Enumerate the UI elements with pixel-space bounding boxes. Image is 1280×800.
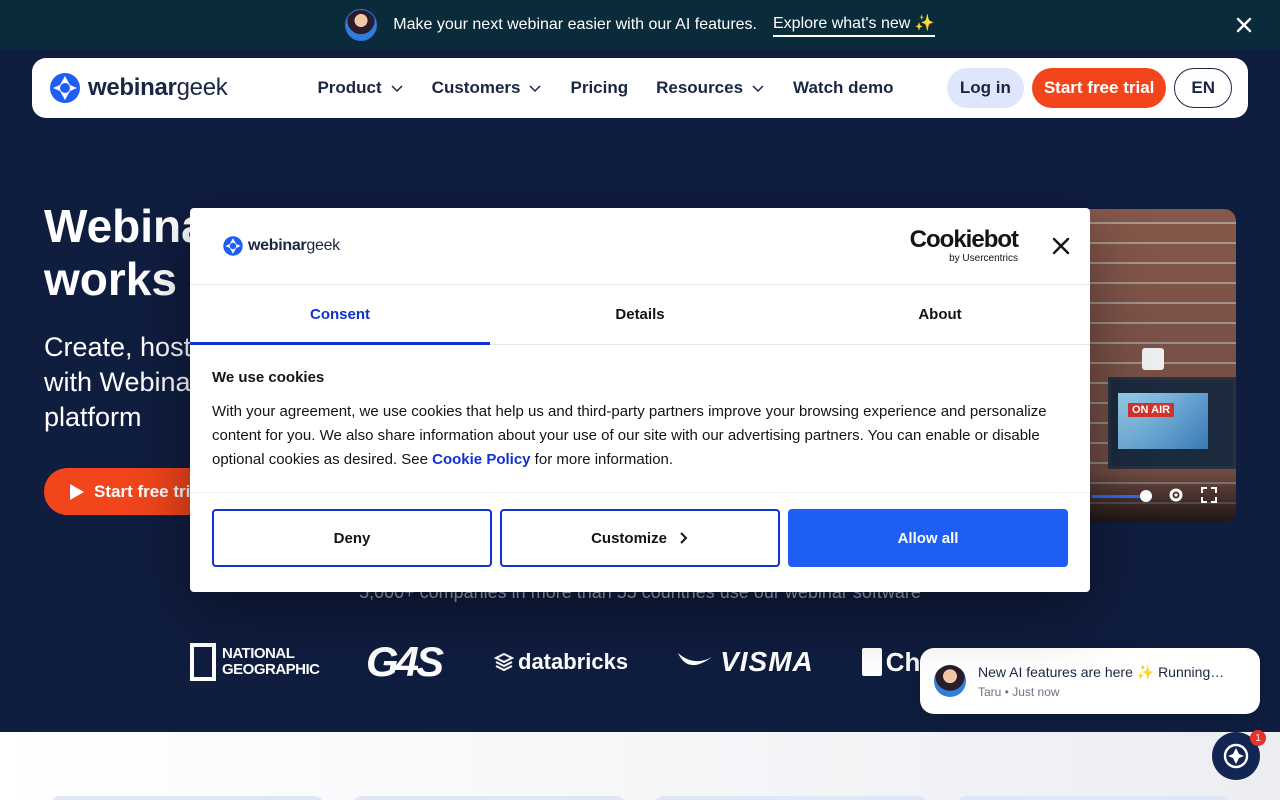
announcement-message: Make your next webinar easier with our A…	[393, 16, 757, 33]
natgeo-text: NATIONAL GEOGRAPHIC	[222, 645, 320, 678]
onair-sign: ON AIR	[1128, 403, 1175, 417]
chat-launcher-button[interactable]: 1	[1212, 730, 1266, 780]
databricks-text: databricks	[518, 649, 629, 674]
video-prop	[1142, 348, 1164, 370]
hero-cta-label: Start free tri	[94, 481, 191, 501]
feature-cards	[50, 796, 1230, 800]
feature-card[interactable]	[352, 796, 626, 800]
visma-text: VISMA	[720, 646, 814, 677]
play-icon	[70, 483, 84, 500]
chevron-right-icon	[680, 532, 688, 544]
cookie-dialog-brand: webinargeek	[248, 237, 340, 254]
cookiebot-by: by Usercentrics	[949, 253, 1018, 264]
nav-actions: Log in Start free trial EN	[946, 68, 1232, 108]
cookie-policy-link[interactable]: Cookie Policy	[432, 451, 530, 468]
login-button[interactable]: Log in	[946, 68, 1024, 108]
feature-card[interactable]	[654, 796, 928, 800]
cookie-heading: We use cookies	[212, 369, 325, 386]
chartlo-icon	[861, 648, 882, 676]
nav-item-customers[interactable]: Customers	[432, 78, 543, 98]
close-icon[interactable]	[1232, 13, 1256, 37]
webinargeek-logo-icon	[223, 236, 243, 256]
tab-details[interactable]: Details	[490, 285, 790, 344]
visma-icon	[678, 653, 713, 666]
cookie-dialog-header: webinargeek Cookiebot by Usercentrics	[190, 208, 1090, 285]
gear-icon[interactable]	[1168, 487, 1184, 503]
natgeo-logo: NATIONAL GEOGRAPHIC	[190, 643, 320, 681]
visma-logo: VISMA	[676, 646, 814, 678]
chat-message: New AI features are here ✨ Running…	[978, 663, 1225, 680]
cookie-dialog-actions: Deny Customize Allow all	[190, 493, 1090, 583]
feature-card[interactable]	[956, 796, 1230, 800]
start-trial-button[interactable]: Start free trial	[1031, 68, 1167, 108]
natgeo-frame	[190, 643, 216, 681]
deny-button[interactable]: Deny	[212, 509, 492, 567]
chat-meta: Taru • Just now	[978, 684, 1060, 699]
feature-card[interactable]	[50, 796, 324, 800]
main-nav: webinargeek Product Customers Pricing Re…	[32, 58, 1248, 118]
close-icon[interactable]	[1052, 237, 1070, 255]
chat-popup[interactable]: New AI features are here ✨ Running… Taru…	[920, 648, 1260, 714]
nav-item-pricing[interactable]: Pricing	[570, 78, 628, 98]
databricks-logo: databricks	[494, 649, 628, 675]
webinargeek-logo-icon	[50, 73, 80, 103]
databricks-icon	[494, 652, 514, 672]
logo-text: webinargeek	[88, 74, 228, 101]
tab-consent[interactable]: Consent	[190, 285, 490, 345]
volume-knob[interactable]	[1140, 490, 1152, 502]
customer-logos: NATIONAL GEOGRAPHIC G4S databricks VISMA…	[190, 638, 977, 686]
tab-about[interactable]: About	[790, 285, 1090, 344]
volume-slider[interactable]	[1092, 495, 1146, 498]
g4s-logo: G4S	[366, 638, 444, 685]
chat-avatar	[934, 665, 966, 697]
customize-label: Customize	[591, 529, 667, 547]
announcement-avatar	[345, 9, 378, 41]
chat-icon	[1223, 743, 1249, 769]
cookie-description: With your agreement, we use cookies that…	[212, 403, 1047, 468]
chevron-down-icon	[752, 85, 764, 93]
language-button[interactable]: EN	[1174, 68, 1232, 108]
feature-section	[0, 732, 1280, 800]
cookie-dialog-body: We use cookies With your agreement, we u…	[190, 345, 1090, 493]
nav-item-resources[interactable]: Resources	[656, 78, 765, 98]
notification-badge: 1	[1250, 730, 1266, 746]
allow-all-button[interactable]: Allow all	[788, 509, 1068, 567]
nav-item-watch-demo[interactable]: Watch demo	[793, 78, 893, 98]
fullscreen-icon[interactable]	[1201, 487, 1217, 503]
chevron-down-icon	[529, 85, 542, 93]
announcement-bar: Make your next webinar easier with our A…	[0, 0, 1280, 50]
cookiebot-wordmark: Cookiebot	[909, 226, 1019, 253]
nav-menu: Product Customers Pricing Resources Watc…	[317, 78, 893, 98]
cookie-dialog-tabs: Consent Details About	[190, 285, 1090, 345]
site-logo[interactable]: webinargeek	[48, 71, 228, 105]
nav-item-product[interactable]: Product	[317, 78, 403, 98]
cookiebot-logo[interactable]: Cookiebot by Usercentrics	[909, 226, 1019, 264]
chevron-down-icon	[391, 85, 403, 93]
video-onair-screen: ON AIR	[1118, 393, 1208, 449]
announcement-link[interactable]: Explore what's new ✨	[773, 13, 935, 37]
customize-button[interactable]: Customize	[500, 509, 780, 567]
cookie-consent-dialog: webinargeek Cookiebot by Usercentrics Co…	[190, 208, 1090, 592]
cookie-dialog-logo: webinargeek	[222, 235, 340, 257]
